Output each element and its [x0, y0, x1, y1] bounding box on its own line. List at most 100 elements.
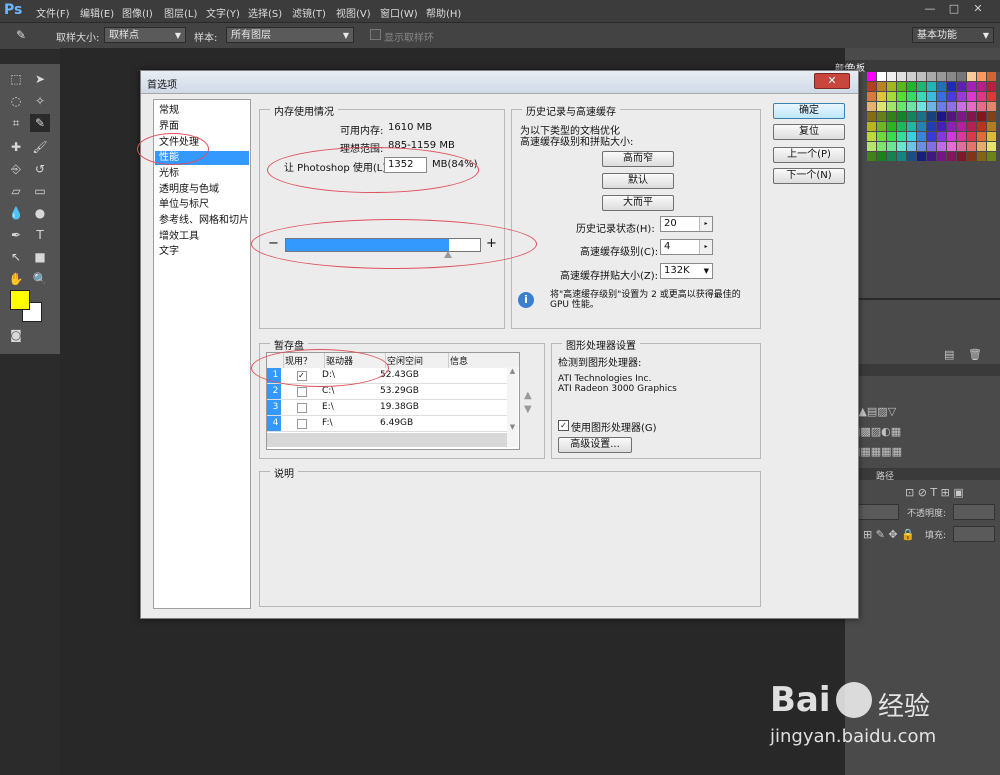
swatch-cell[interactable]	[897, 102, 906, 111]
swatch-cell[interactable]	[877, 92, 886, 101]
horizontal-scrollbar[interactable]	[267, 433, 507, 447]
swatch-cell[interactable]	[927, 142, 936, 151]
swatch-cell[interactable]	[927, 72, 936, 81]
swatch-cell[interactable]	[867, 72, 876, 81]
swatch-cell[interactable]	[877, 82, 886, 91]
swatch-cell[interactable]	[977, 82, 986, 91]
move-up-icon[interactable]: ▲	[524, 390, 532, 401]
gradient-tool-icon[interactable]: ▭	[30, 182, 50, 200]
fill-field[interactable]	[953, 526, 995, 542]
eyedropper-tool-icon[interactable]: ✎	[30, 114, 50, 132]
swatch-cell[interactable]	[967, 72, 976, 81]
history-states-field[interactable]: 20 ▸	[660, 216, 713, 232]
crop-tool-icon[interactable]: ⌗	[6, 114, 26, 132]
clone-stamp-icon[interactable]: ⎆	[6, 160, 26, 178]
active-checkbox[interactable]	[281, 416, 319, 431]
layer-filter-icons[interactable]: ⊡ ⊘ T ⊞ ▣	[905, 486, 964, 499]
swatch-cell[interactable]	[977, 132, 986, 141]
category-units[interactable]: 单位与标尺	[155, 198, 249, 212]
use-gpu-checkbox[interactable]: ✓	[558, 420, 569, 431]
swatch-cell[interactable]	[907, 112, 916, 121]
swatch-cell[interactable]	[917, 82, 926, 91]
swatch-cell[interactable]	[917, 92, 926, 101]
swatch-cell[interactable]	[967, 112, 976, 121]
swatch-cell[interactable]	[877, 102, 886, 111]
swatch-cell[interactable]	[867, 152, 876, 161]
swatch-cell[interactable]	[897, 112, 906, 121]
swatch-cell[interactable]	[917, 142, 926, 151]
swatch-cell[interactable]	[967, 102, 976, 111]
swatch-cell[interactable]	[987, 102, 996, 111]
category-type[interactable]: 文字	[155, 245, 249, 259]
swatch-cell[interactable]	[877, 142, 886, 151]
sample-size-select[interactable]: 取样点 ▼	[104, 27, 186, 43]
menu-file[interactable]: 文件(F)	[36, 5, 70, 20]
swatch-cell[interactable]	[907, 142, 916, 151]
swatch-cell[interactable]	[877, 122, 886, 131]
swatch-cell[interactable]	[987, 92, 996, 101]
category-transparency[interactable]: 透明度与色域	[155, 183, 249, 197]
swatch-cell[interactable]	[887, 122, 896, 131]
category-cursors[interactable]: 光标	[155, 167, 249, 181]
category-guides[interactable]: 参考线、网格和切片	[155, 214, 249, 228]
swatch-cell[interactable]	[907, 122, 916, 131]
quick-select-tool-icon[interactable]: ✧	[30, 92, 50, 110]
swatch-cell[interactable]	[887, 152, 896, 161]
big-flat-button[interactable]: 大而平	[602, 195, 674, 211]
swatch-cell[interactable]	[927, 122, 936, 131]
swatch-cell[interactable]	[987, 82, 996, 91]
swatch-cell[interactable]	[887, 102, 896, 111]
foreground-color-swatch[interactable]	[10, 290, 30, 310]
swatch-cell[interactable]	[887, 112, 896, 121]
category-interface[interactable]: 界面	[155, 120, 249, 134]
dodge-tool-icon[interactable]: ●	[30, 204, 50, 222]
lock-icons[interactable]: ⊞ ✎ ✥ 🔒	[863, 528, 915, 541]
swatch-cell[interactable]	[907, 92, 916, 101]
show-ring-checkbox[interactable]	[370, 29, 381, 40]
swatch-cell[interactable]	[957, 92, 966, 101]
swatch-cell[interactable]	[947, 122, 956, 131]
swatch-cell[interactable]	[907, 82, 916, 91]
swatch-cell[interactable]	[897, 92, 906, 101]
lasso-tool-icon[interactable]: ◌	[6, 92, 26, 110]
swatch-cell[interactable]	[947, 112, 956, 121]
swatch-grid[interactable]	[867, 72, 997, 162]
reset-button[interactable]: 复位	[773, 124, 845, 140]
blur-tool-icon[interactable]: 💧	[6, 204, 26, 222]
swatch-cell[interactable]	[957, 82, 966, 91]
swatch-cell[interactable]	[987, 132, 996, 141]
swatch-cell[interactable]	[897, 152, 906, 161]
swatch-cell[interactable]	[937, 82, 946, 91]
swatch-cell[interactable]	[907, 132, 916, 141]
trash-icon[interactable]: 🗑	[968, 348, 982, 361]
swatch-cell[interactable]	[917, 132, 926, 141]
swatch-cell[interactable]	[987, 72, 996, 81]
swatch-cell[interactable]	[867, 112, 876, 121]
blend-mode-select[interactable]	[857, 504, 899, 520]
default-button[interactable]: 默认	[602, 173, 674, 189]
swatch-cell[interactable]	[987, 112, 996, 121]
menu-edit[interactable]: 编辑(E)	[80, 5, 114, 20]
dialog-close-button[interactable]: ✕	[814, 73, 850, 89]
swatch-cell[interactable]	[957, 152, 966, 161]
opacity-field[interactable]	[953, 504, 995, 520]
zoom-tool-icon[interactable]: 🔍	[30, 270, 50, 288]
swatch-cell[interactable]	[987, 122, 996, 131]
type-tool-icon[interactable]: T	[30, 226, 50, 244]
history-brush-icon[interactable]: ↺	[30, 160, 50, 178]
menu-help[interactable]: 帮助(H)	[426, 5, 461, 20]
swatch-cell[interactable]	[937, 152, 946, 161]
menu-layer[interactable]: 图层(L)	[164, 5, 197, 20]
checkbox-icon[interactable]	[296, 403, 307, 413]
previous-button[interactable]: 上一个(P)	[773, 147, 845, 163]
swatch-cell[interactable]	[957, 72, 966, 81]
marquee-tool-icon[interactable]: ⬚	[6, 70, 26, 88]
swatch-cell[interactable]	[967, 82, 976, 91]
swatch-cell[interactable]	[897, 132, 906, 141]
swatch-cell[interactable]	[867, 142, 876, 151]
swatch-cell[interactable]	[867, 102, 876, 111]
brush-tool-icon[interactable]: 🖌	[30, 138, 50, 156]
swatch-cell[interactable]	[877, 72, 886, 81]
swatch-cell[interactable]	[907, 102, 916, 111]
healing-brush-icon[interactable]: ✚	[6, 138, 26, 156]
